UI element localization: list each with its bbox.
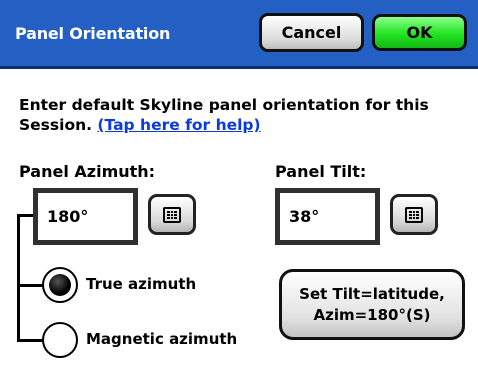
keypad-icon [163, 206, 181, 223]
tilt-keypad-button[interactable] [390, 194, 438, 235]
magnetic-azimuth-label[interactable]: Magnetic azimuth [86, 330, 237, 348]
true-azimuth-label[interactable]: True azimuth [86, 275, 196, 293]
connector-line [17, 214, 20, 342]
set-tilt-line-2: Azim=180°(S) [313, 305, 431, 324]
magnetic-azimuth-radio[interactable] [42, 322, 78, 358]
azimuth-input[interactable]: 180° [33, 188, 138, 245]
instructions-text: Enter default Skyline panel orientation … [19, 95, 459, 135]
tilt-input[interactable]: 38° [275, 188, 380, 245]
connector-line [17, 339, 45, 342]
cancel-button[interactable]: Cancel [259, 13, 364, 52]
ok-button[interactable]: OK [372, 14, 467, 51]
set-tilt-latitude-button[interactable]: Set Tilt=latitude, Azim=180°(S) [279, 269, 465, 340]
dialog-title: Panel Orientation [15, 24, 171, 43]
panel-azimuth-label: Panel Azimuth: [19, 162, 156, 181]
azimuth-keypad-button[interactable] [148, 194, 196, 235]
panel-tilt-label: Panel Tilt: [275, 162, 367, 181]
title-bar: Panel Orientation Cancel OK [0, 0, 478, 69]
set-tilt-line-1: Set Tilt=latitude, [299, 284, 445, 303]
help-link[interactable]: (Tap here for help) [97, 116, 260, 134]
connector-line [17, 284, 45, 287]
keypad-icon [405, 206, 423, 223]
true-azimuth-radio[interactable] [42, 267, 78, 303]
radio-selected-icon [49, 274, 71, 296]
